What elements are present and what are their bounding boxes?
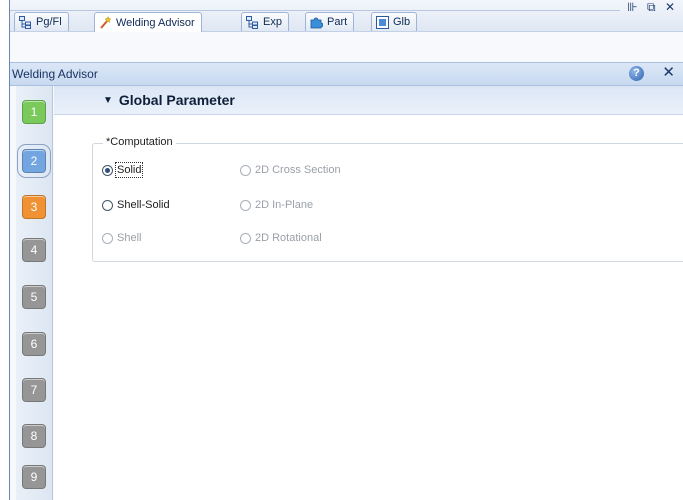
- radio-disabled-icon: [240, 199, 251, 211]
- section-header[interactable]: ▼ Global Parameter: [54, 86, 683, 115]
- panel-title: Welding Advisor: [12, 67, 98, 81]
- tree-grid-icon: [19, 15, 31, 29]
- step-8-button[interactable]: 8: [22, 424, 46, 448]
- computation-group: *Computation Solid Shell-Solid Shell 2D …: [92, 136, 683, 262]
- radio-2d-rotational: 2D Rotational: [240, 232, 322, 244]
- tab-label: Exp: [263, 16, 282, 28]
- radio-shell-solid[interactable]: Shell-Solid: [102, 199, 170, 211]
- radio-unchecked-icon: [102, 199, 113, 211]
- radio-label: Shell-Solid: [117, 199, 170, 211]
- radio-solid[interactable]: Solid: [102, 162, 144, 178]
- step-navigator: 1 2 3 4 5 6 7 8 9: [16, 86, 53, 500]
- tab-exp[interactable]: Exp: [241, 12, 289, 31]
- welding-wand-icon: [100, 16, 112, 29]
- step-9-button[interactable]: 9: [22, 465, 46, 489]
- welding-advisor-window: ⊪ ⧉ ✕ Pg/Fl Welding Advisor Exp Part Glb…: [9, 0, 683, 500]
- tab-label: Part: [327, 16, 348, 28]
- close-icon[interactable]: ✕: [662, 65, 675, 81]
- tree-grid-icon: [246, 15, 258, 29]
- panel-title-bar: Welding Advisor ? ✕: [10, 62, 683, 86]
- tab-strip-rule: [10, 10, 620, 11]
- tab-pg-fl[interactable]: Pg/Fl: [14, 12, 69, 31]
- step-5-button[interactable]: 5: [22, 285, 46, 309]
- computation-legend: *Computation: [103, 136, 176, 148]
- section-title: Global Parameter: [118, 92, 235, 108]
- radio-disabled-icon: [240, 232, 251, 244]
- step-2-button[interactable]: 2: [17, 144, 51, 178]
- step-7-button[interactable]: 7: [22, 378, 46, 402]
- step-3-button[interactable]: 3: [22, 195, 46, 219]
- globe-box-icon: [376, 15, 389, 29]
- radio-checked-icon: [102, 164, 113, 176]
- tab-label: Welding Advisor: [116, 16, 195, 29]
- step-6-button[interactable]: 6: [22, 332, 46, 356]
- radio-disabled-icon: [240, 164, 251, 176]
- radio-shell: Shell: [102, 232, 141, 244]
- collapse-chevron-icon[interactable]: ▼: [103, 95, 113, 106]
- step-1-button[interactable]: 1: [22, 100, 46, 124]
- radio-label: 2D In-Plane: [255, 199, 314, 211]
- window-controls[interactable]: ⊪ ⧉ ✕: [627, 0, 678, 15]
- step-4-button[interactable]: 4: [22, 238, 46, 262]
- radio-disabled-icon: [102, 232, 113, 244]
- tab-welding-advisor[interactable]: Welding Advisor: [94, 12, 202, 32]
- content-area: ▼ Global Parameter *Computation Solid Sh…: [54, 86, 683, 500]
- radio-label: Solid: [114, 162, 144, 178]
- tab-glb[interactable]: Glb: [371, 12, 418, 31]
- tab-label: Glb: [393, 16, 411, 28]
- radio-2d-cross-section: 2D Cross Section: [240, 164, 341, 176]
- radio-label: Shell: [117, 232, 142, 244]
- radio-2d-in-plane: 2D In-Plane: [240, 199, 313, 211]
- radio-label: 2D Cross Section: [255, 164, 341, 176]
- help-icon[interactable]: ?: [629, 66, 644, 81]
- puzzle-piece-icon: [310, 17, 323, 28]
- tab-label: Pg/Fl: [36, 16, 62, 28]
- radio-label: 2D Rotational: [255, 232, 322, 244]
- tab-part[interactable]: Part: [305, 12, 355, 31]
- tab-strip: ⊪ ⧉ ✕ Pg/Fl Welding Advisor Exp Part Glb: [10, 0, 683, 32]
